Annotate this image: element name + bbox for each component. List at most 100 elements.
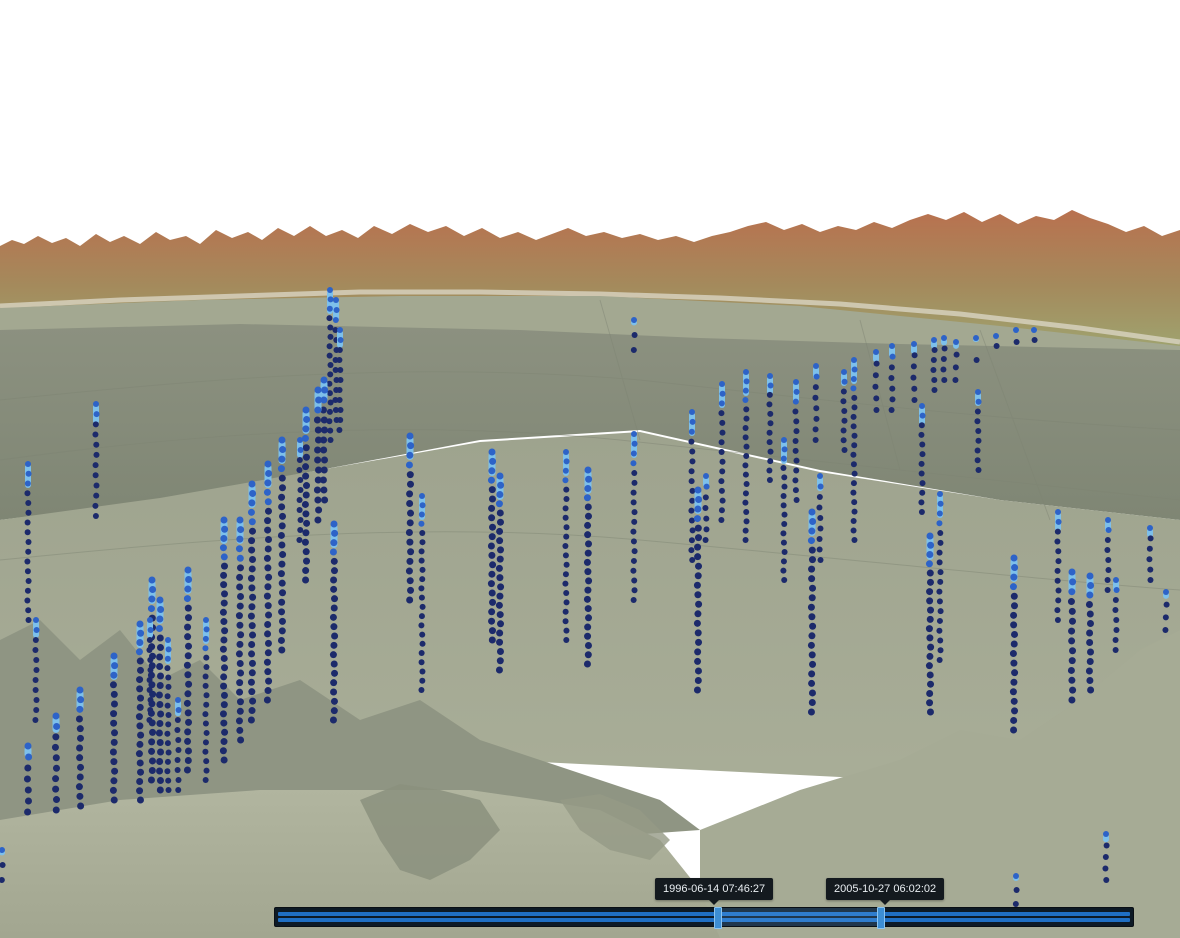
seismic-event-marker[interactable]: [219, 747, 227, 755]
seismic-event-marker[interactable]: [694, 591, 702, 599]
seismic-event-marker[interactable]: [851, 404, 858, 411]
seismic-event-marker[interactable]: [780, 558, 787, 565]
seismic-event-marker[interactable]: [743, 369, 749, 375]
seismic-event-marker[interactable]: [562, 514, 569, 521]
seismic-event-marker[interactable]: [202, 739, 209, 746]
seismic-event-marker[interactable]: [689, 458, 696, 465]
seismic-event-marker[interactable]: [264, 479, 272, 487]
seismic-event-marker[interactable]: [702, 537, 709, 543]
seismic-event-marker[interactable]: [631, 577, 638, 584]
seismic-event-marker[interactable]: [688, 438, 695, 445]
seismic-event-marker[interactable]: [248, 640, 256, 648]
seismic-event-marker[interactable]: [247, 574, 255, 582]
seismic-event-marker[interactable]: [220, 673, 228, 681]
seismic-event-marker[interactable]: [249, 631, 257, 639]
seismic-event-marker[interactable]: [489, 598, 497, 606]
seismic-event-marker[interactable]: [742, 397, 749, 403]
seismic-event-marker[interactable]: [174, 767, 181, 773]
seismic-event-marker[interactable]: [807, 641, 815, 649]
seismic-event-marker[interactable]: [718, 507, 725, 514]
seismic-event-marker[interactable]: [147, 667, 154, 673]
seismic-event-marker[interactable]: [488, 589, 496, 597]
seismic-event-marker[interactable]: [406, 490, 414, 498]
seismic-event-marker[interactable]: [1162, 614, 1169, 621]
seismic-event-marker[interactable]: [1086, 677, 1094, 684]
seismic-event-marker[interactable]: [919, 441, 926, 448]
seismic-event-marker[interactable]: [406, 596, 414, 604]
seismic-event-marker[interactable]: [584, 586, 592, 594]
seismic-event-marker[interactable]: [808, 546, 816, 554]
seismic-event-marker[interactable]: [330, 679, 338, 687]
seismic-event-marker[interactable]: [419, 493, 425, 499]
seismic-event-marker[interactable]: [889, 385, 896, 392]
seismic-event-marker[interactable]: [93, 411, 100, 418]
seismic-event-marker[interactable]: [32, 647, 39, 653]
seismic-event-marker[interactable]: [813, 373, 820, 380]
seismic-event-marker[interactable]: [743, 509, 750, 515]
seismic-event-marker[interactable]: [702, 494, 709, 501]
seismic-event-marker[interactable]: [185, 680, 193, 688]
seismic-event-marker[interactable]: [953, 351, 960, 358]
seismic-event-marker[interactable]: [1105, 557, 1112, 563]
seismic-event-marker[interactable]: [92, 513, 99, 519]
seismic-event-marker[interactable]: [742, 462, 749, 469]
seismic-event-marker[interactable]: [1055, 597, 1062, 604]
seismic-event-marker[interactable]: [303, 415, 311, 423]
seismic-event-marker[interactable]: [766, 391, 773, 398]
seismic-event-marker[interactable]: [265, 677, 273, 685]
seismic-event-marker[interactable]: [767, 410, 774, 417]
seismic-event-marker[interactable]: [816, 504, 823, 511]
seismic-event-marker[interactable]: [146, 677, 153, 683]
seismic-event-marker[interactable]: [326, 343, 333, 350]
seismic-event-marker[interactable]: [329, 716, 337, 724]
seismic-event-marker[interactable]: [137, 694, 145, 702]
seismic-event-marker[interactable]: [583, 558, 591, 566]
seismic-event-marker[interactable]: [780, 502, 787, 509]
seismic-event-marker[interactable]: [263, 592, 271, 600]
seismic-event-marker[interactable]: [1068, 607, 1076, 615]
seismic-event-marker[interactable]: [135, 648, 143, 656]
seismic-event-marker[interactable]: [1113, 627, 1120, 633]
seismic-event-marker[interactable]: [1147, 535, 1154, 542]
seismic-event-marker[interactable]: [264, 639, 272, 647]
seismic-event-marker[interactable]: [563, 524, 570, 531]
seismic-event-marker[interactable]: [156, 720, 164, 727]
seismic-event-marker[interactable]: [1103, 831, 1109, 837]
seismic-event-marker[interactable]: [25, 753, 33, 761]
seismic-event-marker[interactable]: [264, 517, 272, 525]
seismic-event-marker[interactable]: [974, 457, 981, 464]
seismic-event-marker[interactable]: [331, 669, 339, 677]
seismic-event-marker[interactable]: [92, 472, 99, 479]
seismic-event-marker[interactable]: [277, 636, 285, 644]
seismic-event-marker[interactable]: [265, 536, 273, 544]
seismic-event-marker[interactable]: [1009, 650, 1017, 658]
seismic-event-marker[interactable]: [110, 700, 118, 708]
seismic-event-marker[interactable]: [407, 509, 415, 517]
seismic-event-marker[interactable]: [203, 767, 210, 774]
seismic-event-marker[interactable]: [313, 416, 321, 424]
seismic-event-marker[interactable]: [919, 412, 926, 419]
seismic-event-marker[interactable]: [136, 657, 144, 665]
seismic-event-marker[interactable]: [406, 519, 414, 527]
seismic-event-marker[interactable]: [237, 631, 245, 639]
seismic-event-marker[interactable]: [689, 448, 696, 455]
seismic-event-marker[interactable]: [718, 410, 725, 417]
seismic-event-marker[interactable]: [631, 431, 637, 437]
seismic-event-marker[interactable]: [703, 526, 710, 533]
seismic-event-marker[interactable]: [248, 707, 256, 715]
seismic-event-marker[interactable]: [406, 432, 414, 440]
seismic-event-marker[interactable]: [148, 766, 156, 774]
seismic-event-marker[interactable]: [315, 506, 323, 514]
seismic-event-marker[interactable]: [220, 701, 228, 709]
seismic-event-marker[interactable]: [264, 564, 272, 572]
seismic-event-marker[interactable]: [407, 548, 415, 556]
seismic-event-marker[interactable]: [694, 524, 702, 532]
seismic-event-marker[interactable]: [816, 536, 823, 542]
seismic-event-marker[interactable]: [33, 667, 40, 673]
seismic-event-marker[interactable]: [807, 708, 815, 716]
seismic-event-marker[interactable]: [936, 657, 943, 663]
seismic-event-marker[interactable]: [248, 537, 256, 545]
seismic-event-marker[interactable]: [24, 480, 31, 487]
seismic-event-marker[interactable]: [1010, 697, 1018, 705]
seismic-event-marker[interactable]: [808, 698, 816, 706]
